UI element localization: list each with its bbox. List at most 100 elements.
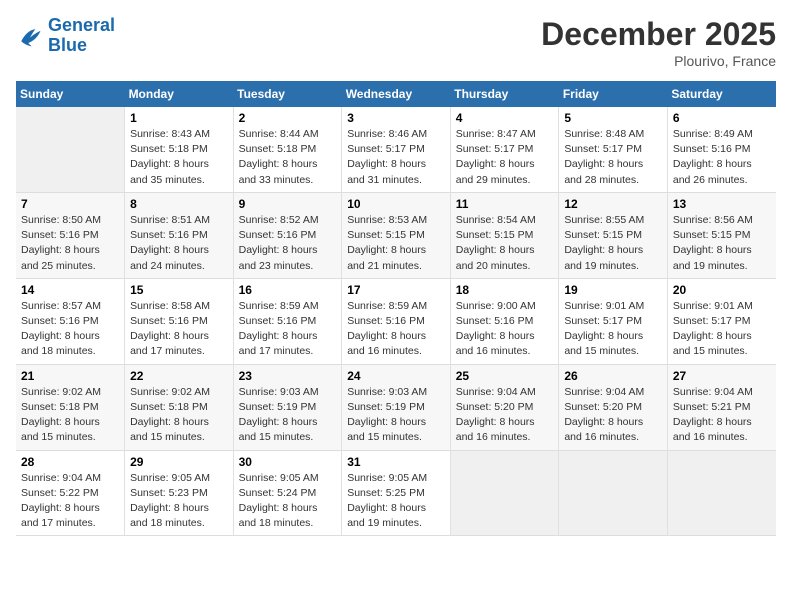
calendar-cell: 3 Sunrise: 8:46 AMSunset: 5:17 PMDaylight… [342,107,451,192]
location: Plourivo, France [541,53,776,69]
calendar-cell: 18Sunrise: 9:00 AMSunset: 5:16 PMDayligh… [450,278,559,364]
calendar-cell: 13 Sunrise: 8:56 AMSunset: 5:15 PMDayligh… [667,192,776,278]
day-info: Sunrise: 9:05 AMSunset: 5:25 PMDaylight:… [347,471,445,532]
day-info: Sunrise: 9:02 AMSunset: 5:18 PMDaylight:… [130,385,228,446]
day-info: Sunrise: 8:57 AMSunset: 5:16 PMDaylight:… [21,299,119,360]
calendar-table: SundayMondayTuesdayWednesdayThursdayFrid… [16,81,776,536]
title-block: December 2025 Plourivo, France [541,16,776,69]
day-info: Sunrise: 9:02 AMSunset: 5:18 PMDaylight:… [21,385,119,446]
day-number: 5 [564,111,662,125]
day-number: 13 [673,197,771,211]
day-info: Sunrise: 8:59 AMSunset: 5:16 PMDaylight:… [347,299,445,360]
calendar-cell: 22 Sunrise: 9:02 AMSunset: 5:18 PMDayligh… [125,364,234,450]
day-info: Sunrise: 8:53 AMSunset: 5:15 PMDaylight:… [347,213,445,274]
calendar-cell: 8 Sunrise: 8:51 AMSunset: 5:16 PMDaylight… [125,192,234,278]
calendar-cell: 29Sunrise: 9:05 AMSunset: 5:23 PMDayligh… [125,450,234,536]
calendar-cell: 11Sunrise: 8:54 AMSunset: 5:15 PMDayligh… [450,192,559,278]
calendar-cell: 6 Sunrise: 8:49 AMSunset: 5:16 PMDaylight… [667,107,776,192]
day-number: 26 [564,369,662,383]
col-header-sunday: Sunday [16,81,125,107]
day-info: Sunrise: 9:04 AMSunset: 5:20 PMDaylight:… [456,385,554,446]
day-number: 14 [21,283,119,297]
calendar-cell: 26 Sunrise: 9:04 AMSunset: 5:20 PMDayligh… [559,364,668,450]
day-number: 15 [130,283,228,297]
day-number: 24 [347,369,445,383]
calendar-cell: 14 Sunrise: 8:57 AMSunset: 5:16 PMDayligh… [16,278,125,364]
calendar-week-row: 1 Sunrise: 8:43 AMSunset: 5:18 PMDaylight… [16,107,776,192]
col-header-tuesday: Tuesday [233,81,342,107]
col-header-saturday: Saturday [667,81,776,107]
calendar-cell: 27 Sunrise: 9:04 AMSunset: 5:21 PMDayligh… [667,364,776,450]
day-info: Sunrise: 9:00 AMSunset: 5:16 PMDaylight:… [456,299,554,360]
day-number: 22 [130,369,228,383]
day-info: Sunrise: 8:56 AMSunset: 5:15 PMDaylight:… [673,213,771,274]
day-number: 12 [564,197,662,211]
calendar-cell: 4Sunrise: 8:47 AMSunset: 5:17 PMDaylight… [450,107,559,192]
day-info: Sunrise: 8:46 AMSunset: 5:17 PMDaylight:… [347,127,445,188]
day-number: 21 [21,369,119,383]
day-info: Sunrise: 8:44 AMSunset: 5:18 PMDaylight:… [239,127,337,188]
day-number: 1 [130,111,228,125]
calendar-cell [16,107,125,192]
calendar-cell: 17 Sunrise: 8:59 AMSunset: 5:16 PMDayligh… [342,278,451,364]
day-number: 3 [347,111,445,125]
day-number: 23 [239,369,337,383]
day-info: Sunrise: 8:55 AMSunset: 5:15 PMDaylight:… [564,213,662,274]
day-info: Sunrise: 8:47 AMSunset: 5:17 PMDaylight:… [456,127,554,188]
calendar-week-row: 14 Sunrise: 8:57 AMSunset: 5:16 PMDayligh… [16,278,776,364]
day-info: Sunrise: 8:59 AMSunset: 5:16 PMDaylight:… [239,299,337,360]
calendar-cell: 24 Sunrise: 9:03 AMSunset: 5:19 PMDayligh… [342,364,451,450]
day-info: Sunrise: 8:49 AMSunset: 5:16 PMDaylight:… [673,127,771,188]
calendar-week-row: 7Sunrise: 8:50 AMSunset: 5:16 PMDaylight… [16,192,776,278]
calendar-cell: 7Sunrise: 8:50 AMSunset: 5:16 PMDaylight… [16,192,125,278]
calendar-cell: 16 Sunrise: 8:59 AMSunset: 5:16 PMDayligh… [233,278,342,364]
calendar-cell: 12 Sunrise: 8:55 AMSunset: 5:15 PMDayligh… [559,192,668,278]
day-number: 19 [564,283,662,297]
col-header-monday: Monday [125,81,234,107]
day-info: Sunrise: 9:04 AMSunset: 5:21 PMDaylight:… [673,385,771,446]
day-number: 27 [673,369,771,383]
day-info: Sunrise: 9:01 AMSunset: 5:17 PMDaylight:… [564,299,662,360]
day-number: 6 [673,111,771,125]
calendar-cell: 25 Sunrise: 9:04 AMSunset: 5:20 PMDayligh… [450,364,559,450]
day-number: 11 [456,197,554,211]
day-info: Sunrise: 9:01 AMSunset: 5:17 PMDaylight:… [673,299,771,360]
logo-icon [16,22,44,50]
calendar-cell: 2 Sunrise: 8:44 AMSunset: 5:18 PMDaylight… [233,107,342,192]
month-title: December 2025 [541,16,776,53]
day-info: Sunrise: 8:58 AMSunset: 5:16 PMDaylight:… [130,299,228,360]
day-number: 8 [130,197,228,211]
page-header: General Blue December 2025 Plourivo, Fra… [16,16,776,69]
day-number: 2 [239,111,337,125]
calendar-cell: 10 Sunrise: 8:53 AMSunset: 5:15 PMDayligh… [342,192,451,278]
day-info: Sunrise: 8:52 AMSunset: 5:16 PMDaylight:… [239,213,337,274]
calendar-week-row: 28Sunrise: 9:04 AMSunset: 5:22 PMDayligh… [16,450,776,536]
calendar-week-row: 21 Sunrise: 9:02 AMSunset: 5:18 PMDayligh… [16,364,776,450]
calendar-cell: 1 Sunrise: 8:43 AMSunset: 5:18 PMDaylight… [125,107,234,192]
calendar-cell: 21 Sunrise: 9:02 AMSunset: 5:18 PMDayligh… [16,364,125,450]
day-info: Sunrise: 8:43 AMSunset: 5:18 PMDaylight:… [130,127,228,188]
calendar-cell: 20Sunrise: 9:01 AMSunset: 5:17 PMDayligh… [667,278,776,364]
day-number: 10 [347,197,445,211]
calendar-cell: 23 Sunrise: 9:03 AMSunset: 5:19 PMDayligh… [233,364,342,450]
day-info: Sunrise: 9:03 AMSunset: 5:19 PMDaylight:… [347,385,445,446]
day-info: Sunrise: 9:04 AMSunset: 5:20 PMDaylight:… [564,385,662,446]
calendar-header-row: SundayMondayTuesdayWednesdayThursdayFrid… [16,81,776,107]
day-info: Sunrise: 8:51 AMSunset: 5:16 PMDaylight:… [130,213,228,274]
day-number: 31 [347,455,445,469]
col-header-wednesday: Wednesday [342,81,451,107]
day-number: 16 [239,283,337,297]
logo-text: General Blue [48,16,115,56]
calendar-cell: 31 Sunrise: 9:05 AMSunset: 5:25 PMDayligh… [342,450,451,536]
day-number: 25 [456,369,554,383]
logo: General Blue [16,16,115,56]
day-info: Sunrise: 9:05 AMSunset: 5:24 PMDaylight:… [239,471,337,532]
day-number: 7 [21,197,119,211]
calendar-cell: 9Sunrise: 8:52 AMSunset: 5:16 PMDaylight… [233,192,342,278]
day-number: 17 [347,283,445,297]
day-info: Sunrise: 9:03 AMSunset: 5:19 PMDaylight:… [239,385,337,446]
day-number: 30 [239,455,337,469]
calendar-cell: 28Sunrise: 9:04 AMSunset: 5:22 PMDayligh… [16,450,125,536]
calendar-cell: 15 Sunrise: 8:58 AMSunset: 5:16 PMDayligh… [125,278,234,364]
calendar-cell [559,450,668,536]
